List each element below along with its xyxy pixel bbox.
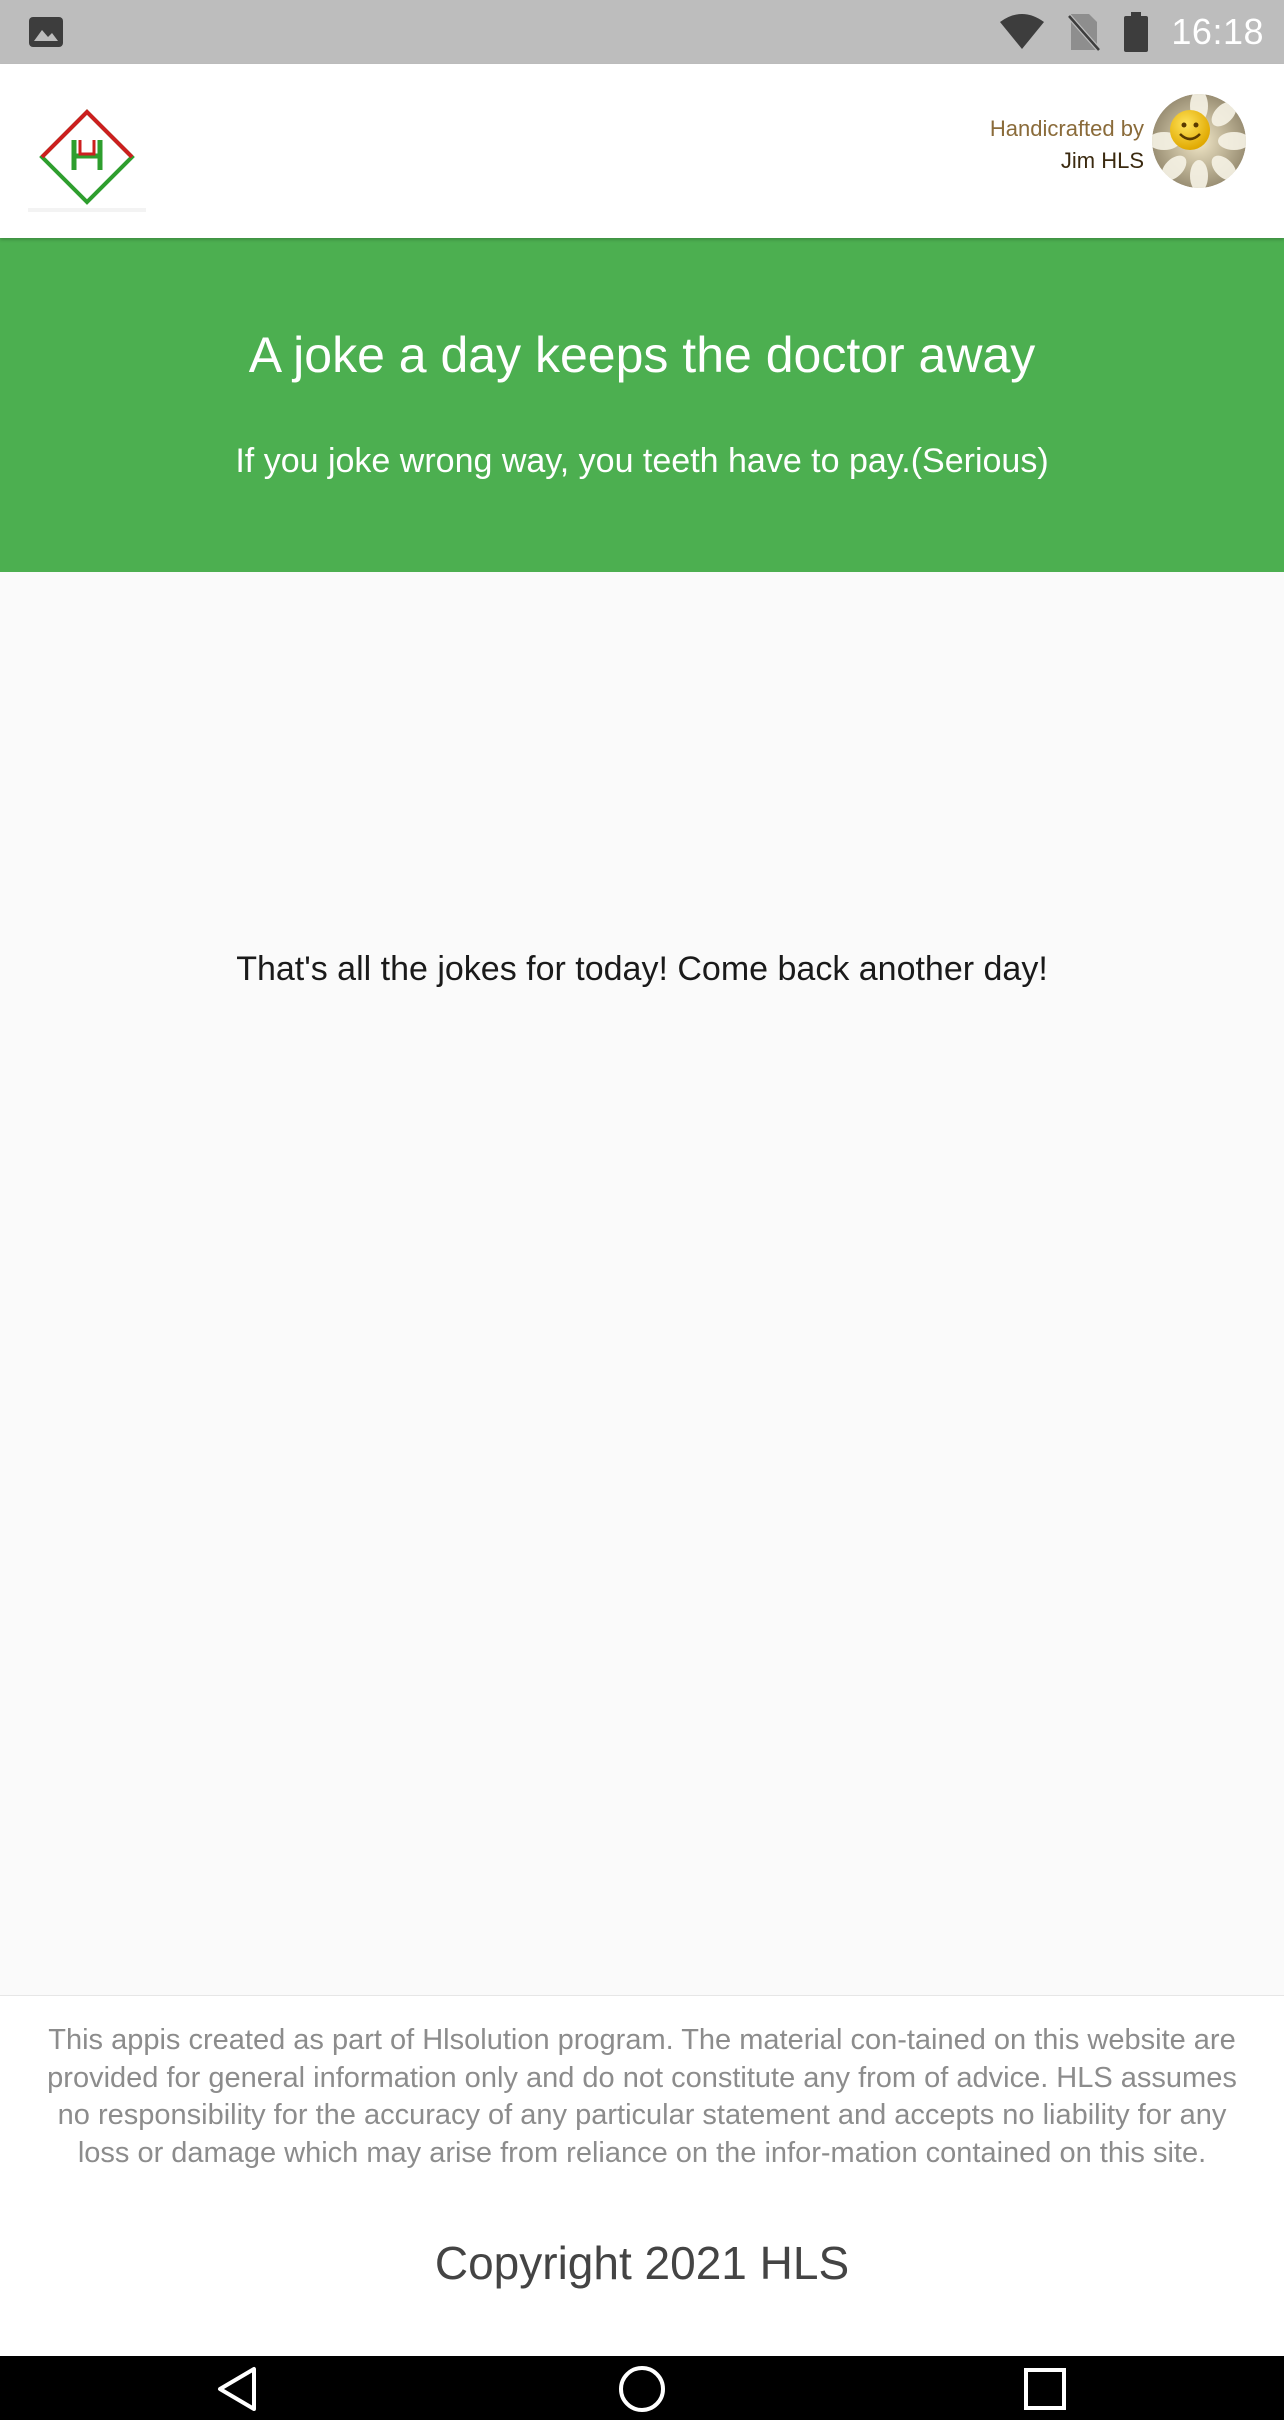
- avatar: [1152, 94, 1246, 188]
- home-icon[interactable]: [617, 2364, 667, 2414]
- status-time: 16:18: [1171, 11, 1264, 52]
- recents-icon[interactable]: [1020, 2364, 1070, 2414]
- page-subtitle: If you joke wrong way, you teeth have to…: [235, 442, 1049, 480]
- footer: This appis created as part of Hlsolution…: [0, 1995, 1284, 2356]
- hero-banner: A joke a day keeps the doctor away If yo…: [0, 238, 1284, 572]
- main-content: That's all the jokes for today! Come bac…: [0, 572, 1284, 1995]
- disclaimer-text: This appis created as part of Hlsolution…: [47, 2024, 1237, 2169]
- app-header: Handicrafted by Jim HLS: [0, 64, 1284, 238]
- page-title: A joke a day keeps the doctor away: [248, 327, 1036, 383]
- no-more-jokes-message: That's all the jokes for today! Come bac…: [236, 950, 1048, 988]
- battery-icon: [1124, 12, 1149, 52]
- credit-label: Handicrafted by: [989, 116, 1144, 141]
- wifi-icon: [1000, 14, 1045, 49]
- navigation-bar: [0, 2356, 1284, 2420]
- credit: Handicrafted by Jim HLS: [990, 116, 1144, 174]
- no-sim-icon: [1067, 14, 1102, 52]
- credit-author: Jim HLS: [1060, 148, 1144, 173]
- back-icon[interactable]: [214, 2364, 264, 2414]
- copyright-text: Copyright 2021 HLS: [434, 2237, 850, 2289]
- status-bar: 16:18: [0, 0, 1284, 64]
- gallery-icon: [29, 17, 63, 47]
- hls-logo-icon[interactable]: [24, 94, 150, 220]
- smiley-flower-avatar: [1152, 94, 1246, 188]
